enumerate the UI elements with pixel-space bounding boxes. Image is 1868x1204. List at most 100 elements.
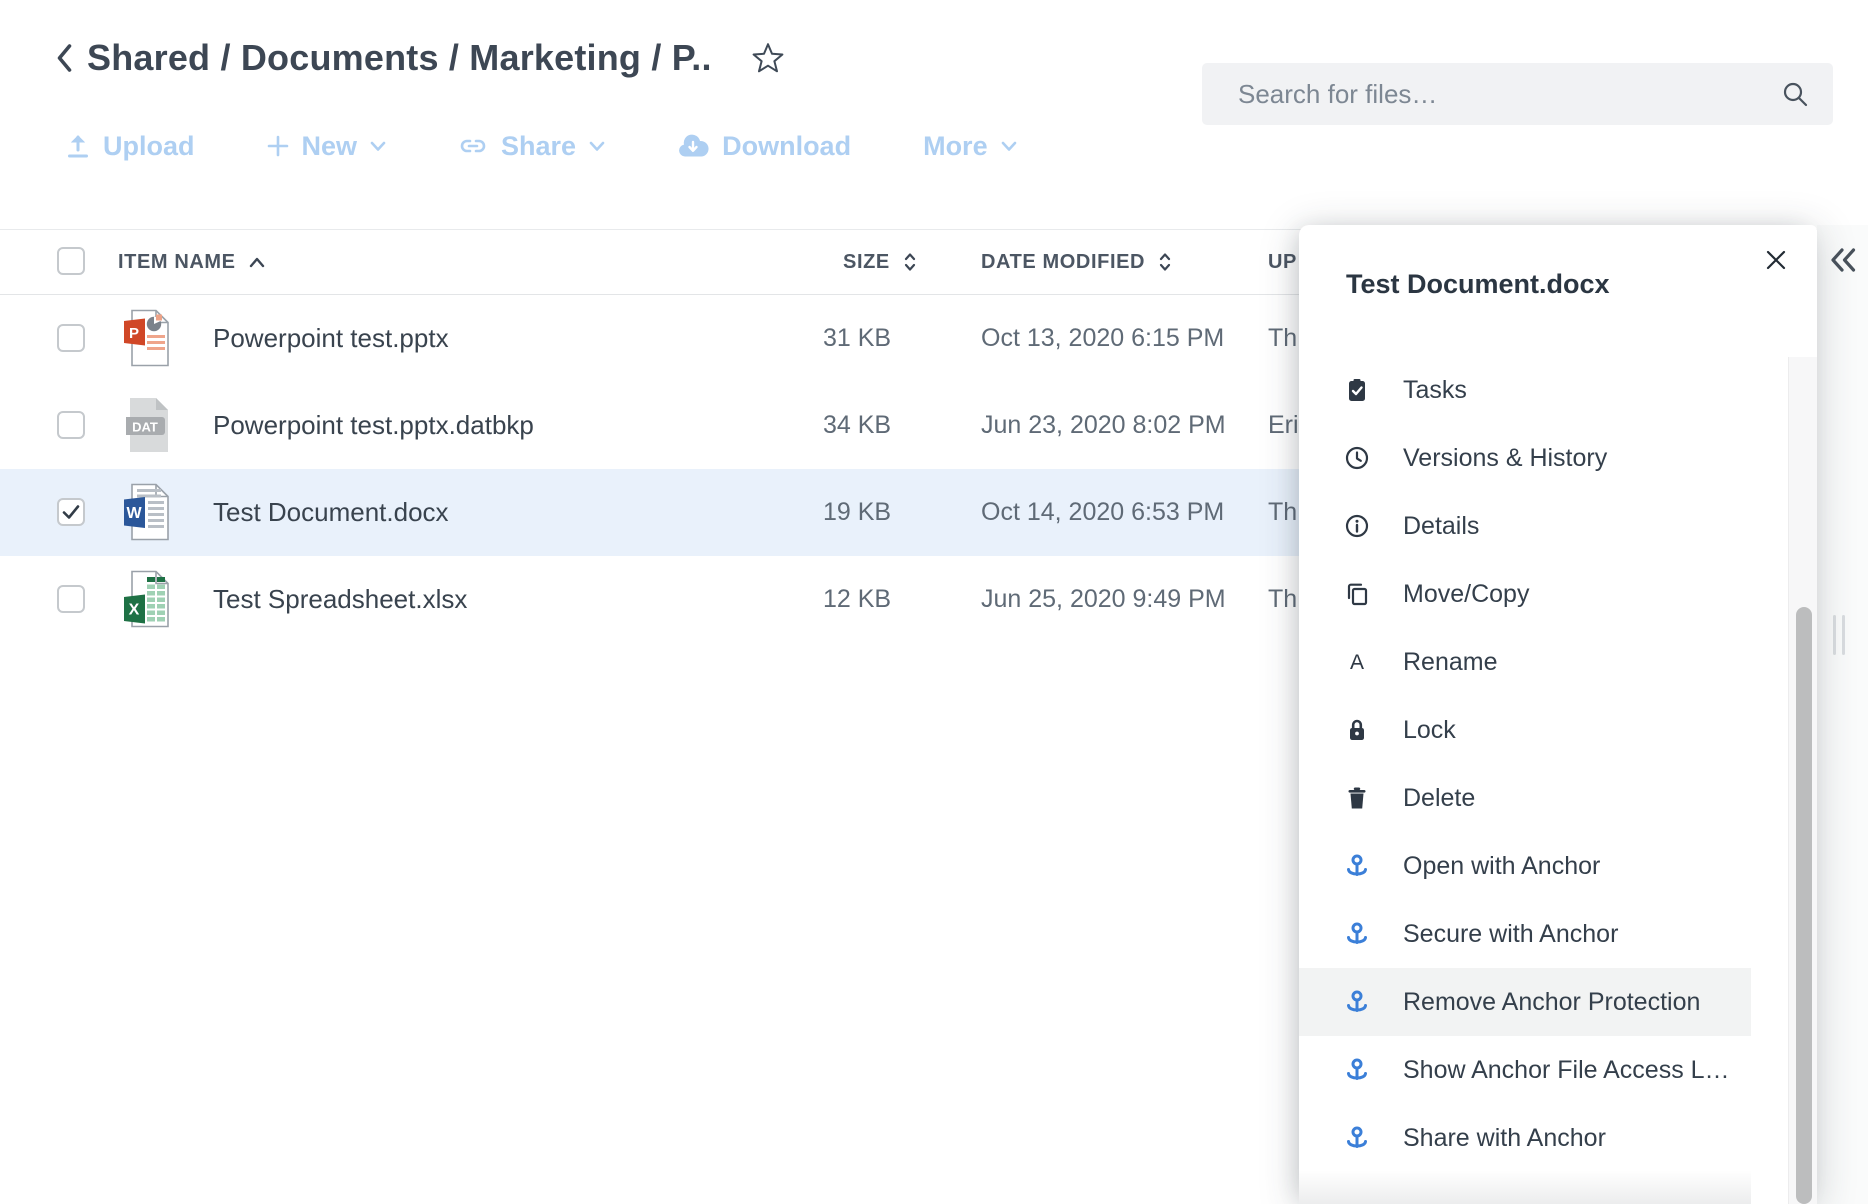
menu-item-lock[interactable]: Lock — [1299, 696, 1751, 764]
collapse-panel-button[interactable] — [1829, 247, 1857, 273]
chevron-left-icon — [57, 44, 72, 72]
file-name-link[interactable]: Powerpoint test.pptx.datbkp — [213, 382, 534, 469]
excel-file-icon: X — [122, 570, 170, 633]
menu-item-details[interactable]: Details — [1299, 492, 1751, 560]
file-updated-by: Th — [1268, 498, 1298, 526]
file-context-panel: Test Document.docx Tasks Versions & Hist… — [1299, 225, 1817, 1204]
file-name-link[interactable]: Test Document.docx — [213, 469, 449, 556]
select-all-checkbox[interactable] — [57, 247, 85, 275]
double-chevron-left-icon — [1831, 248, 1856, 272]
file-name-link[interactable]: Powerpoint test.pptx — [213, 295, 449, 382]
menu-item-label: Remove Anchor Protection — [1403, 987, 1701, 1016]
menu-item-label: Move/Copy — [1403, 579, 1530, 608]
row-checkbox[interactable] — [57, 324, 85, 352]
file-updated-by: Th — [1268, 585, 1298, 613]
more-button[interactable]: More — [923, 131, 1017, 162]
anchor-icon — [1347, 922, 1367, 944]
menu-item-versions-history[interactable]: Versions & History — [1299, 424, 1751, 492]
breadcrumb: Shared / Documents / Marketing / P.. — [55, 34, 786, 82]
menu-item-label: Show Anchor File Access L… — [1403, 1055, 1730, 1084]
updated-by-header-label: UP — [1268, 251, 1297, 273]
upload-label: Upload — [103, 130, 195, 161]
menu-item-open-with-anchor[interactable]: Open with Anchor — [1299, 832, 1751, 900]
trash-icon — [1348, 787, 1366, 809]
sort-both-icon — [1159, 253, 1171, 271]
anchor-icon — [1347, 1058, 1367, 1080]
anchor-icon — [1347, 990, 1367, 1012]
share-button[interactable]: Share — [458, 131, 605, 162]
file-size: 12 KB — [823, 585, 892, 613]
column-header-updated-by[interactable]: UP — [1268, 230, 1297, 294]
menu-item-rename[interactable]: A Rename — [1299, 628, 1751, 696]
anchor-icon — [1347, 1126, 1367, 1148]
new-label: New — [301, 130, 358, 161]
column-header-item-name[interactable]: ITEM NAME — [118, 230, 266, 294]
file-updated-by: Eri — [1268, 411, 1299, 439]
menu-item-show-anchor-file-access-log[interactable]: Show Anchor File Access L… — [1299, 1036, 1751, 1104]
favorite-star-button[interactable] — [750, 41, 786, 75]
search-icon[interactable] — [1781, 80, 1809, 108]
upload-icon — [68, 135, 88, 158]
clock-icon — [1345, 446, 1369, 470]
size-header-label: SIZE — [843, 251, 890, 273]
close-panel-button[interactable] — [1763, 247, 1789, 273]
file-updated-by: Th — [1268, 324, 1298, 352]
file-date-modified: Jun 23, 2020 8:02 PM — [981, 411, 1226, 439]
plus-icon — [267, 135, 288, 157]
menu-item-label: Rename — [1403, 647, 1498, 676]
file-size: 31 KB — [823, 324, 892, 352]
chevron-down-icon — [589, 141, 605, 151]
date-modified-header-label: DATE MODIFIED — [981, 251, 1146, 273]
panel-resize-handle[interactable] — [1833, 615, 1845, 655]
chevron-down-icon — [370, 141, 386, 151]
search-input[interactable] — [1236, 77, 1781, 111]
menu-item-remove-anchor-protection[interactable]: Remove Anchor Protection — [1299, 968, 1751, 1036]
search-box — [1202, 63, 1833, 125]
menu-item-label: Open with Anchor — [1403, 851, 1601, 880]
menu-item-label: Secure with Anchor — [1403, 919, 1619, 948]
menu-item-label: Details — [1403, 511, 1480, 540]
panel-scrollbar-thumb[interactable] — [1796, 607, 1812, 1204]
back-button[interactable] — [55, 42, 73, 74]
file-browser-app: Shared / Documents / Marketing / P.. Upl… — [0, 0, 1868, 1204]
menu-item-delete[interactable]: Delete — [1299, 764, 1751, 832]
sort-both-icon — [904, 253, 915, 271]
star-icon — [752, 43, 784, 73]
row-checkbox[interactable] — [57, 585, 85, 613]
menu-item-secure-with-anchor[interactable]: Secure with Anchor — [1299, 900, 1751, 968]
row-checkbox-checked[interactable] — [57, 498, 85, 526]
new-button[interactable]: New — [267, 131, 387, 162]
file-date-modified: Jun 25, 2020 9:49 PM — [981, 585, 1226, 613]
panel-title: Test Document.docx — [1346, 269, 1610, 299]
column-header-size[interactable]: SIZE — [843, 230, 918, 294]
file-name-link[interactable]: Test Spreadsheet.xlsx — [213, 556, 467, 643]
copy-icon — [1347, 583, 1368, 606]
cloud-download-icon — [679, 134, 709, 157]
panel-side-strip — [1817, 225, 1868, 1204]
menu-item-tasks[interactable]: Tasks — [1299, 356, 1751, 424]
row-checkbox[interactable] — [57, 411, 85, 439]
svg-text:W: W — [126, 505, 142, 522]
share-label: Share — [501, 130, 577, 161]
svg-text:P: P — [129, 325, 139, 342]
chevron-down-icon — [1001, 141, 1016, 151]
column-header-date-modified[interactable]: DATE MODIFIED — [981, 230, 1173, 294]
lock-icon — [1350, 719, 1364, 740]
more-label: More — [923, 130, 988, 161]
breadcrumb-path[interactable]: Shared / Documents / Marketing / P.. — [87, 37, 712, 79]
menu-item-move-copy[interactable]: Move/Copy — [1299, 560, 1751, 628]
upload-button[interactable]: Upload — [66, 131, 195, 162]
context-menu: Tasks Versions & History Details Move/Co… — [1299, 356, 1751, 1172]
download-button[interactable]: Download — [677, 131, 851, 162]
svg-text:A: A — [1350, 651, 1364, 674]
item-name-header-label: ITEM NAME — [118, 251, 236, 273]
download-label: Download — [722, 130, 852, 161]
panel-bottom-fade — [1299, 1170, 1751, 1204]
svg-text:X: X — [129, 602, 140, 619]
menu-item-share-with-anchor[interactable]: Share with Anchor — [1299, 1104, 1751, 1172]
menu-item-label: Share with Anchor — [1403, 1123, 1606, 1152]
sort-ascending-icon — [249, 257, 264, 268]
menu-item-label: Lock — [1403, 715, 1456, 744]
file-size: 34 KB — [823, 411, 892, 439]
file-date-modified: Oct 13, 2020 6:15 PM — [981, 324, 1225, 352]
